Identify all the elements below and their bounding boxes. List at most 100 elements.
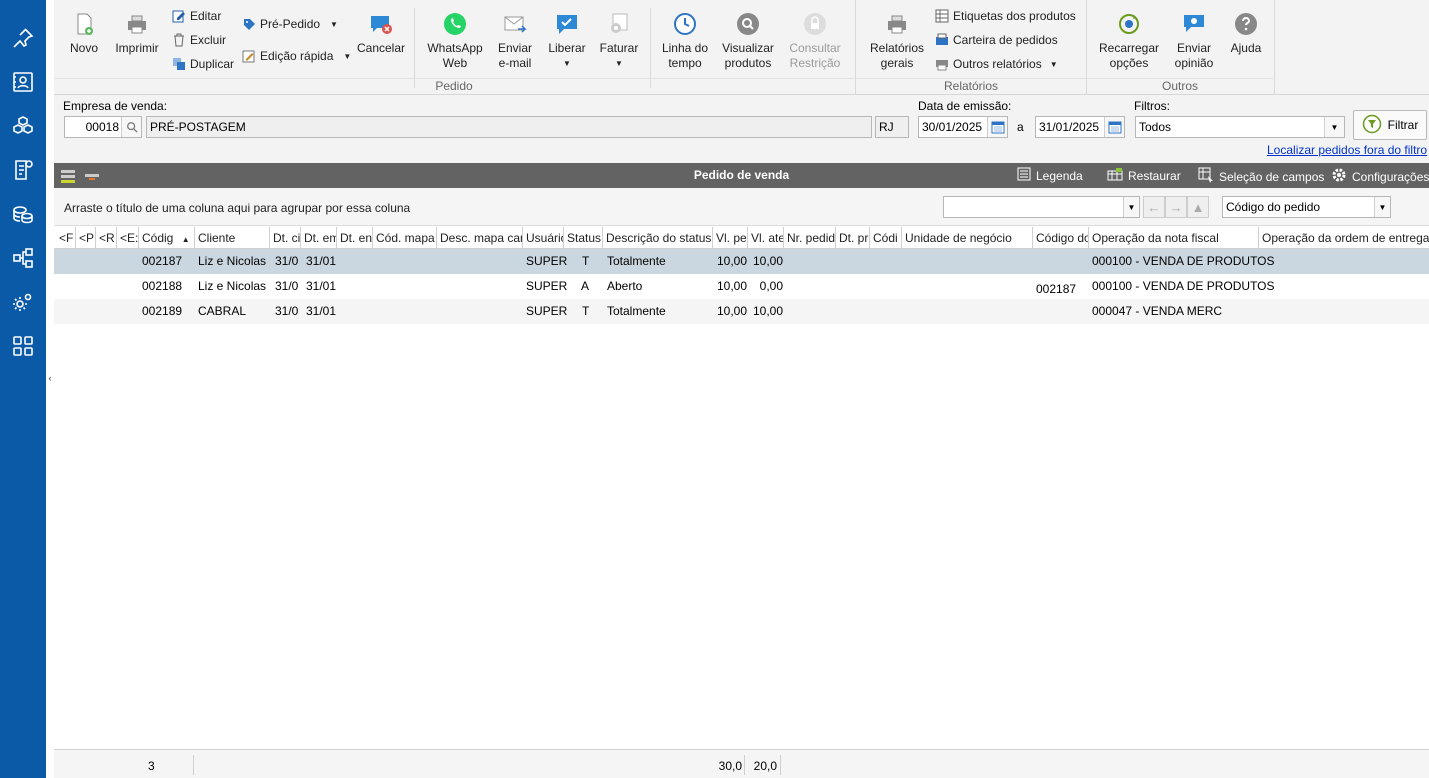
selecao-campos-button[interactable]: Seleção de campos xyxy=(1198,167,1324,186)
grid-search-input[interactable]: ▼ xyxy=(943,196,1140,218)
data-inicio-input[interactable]: 30/01/2025 xyxy=(918,116,1008,138)
col-header[interactable]: <P xyxy=(76,227,96,249)
relatorios-gerais-button[interactable]: Relatórios gerais xyxy=(866,12,928,71)
apps-icon[interactable] xyxy=(7,333,39,359)
email-icon xyxy=(503,12,527,36)
boxes-icon[interactable] xyxy=(7,113,39,139)
col-header[interactable]: <E: xyxy=(117,227,139,249)
data-fim-input[interactable]: 31/01/2025 xyxy=(1035,116,1125,138)
col-header-codigo[interactable]: Códig ▲ xyxy=(139,227,195,249)
relatorios-gerais-label-line1: Relatórios xyxy=(869,41,925,55)
col-header[interactable]: Operação da nota fiscal xyxy=(1089,227,1259,249)
faturar-button[interactable]: Faturar ▼ xyxy=(596,12,642,71)
filtros-select[interactable]: Todos ▼ xyxy=(1135,116,1345,138)
legenda-button[interactable]: Legenda xyxy=(1017,167,1083,184)
enviar-email-button[interactable]: Enviar e-mail xyxy=(490,12,540,71)
ajuda-label: Ajuda xyxy=(1230,41,1262,55)
table-row[interactable]: 002187 Liz e Nicolas 31/0 31/01 SUPER T … xyxy=(54,249,1429,274)
col-header[interactable]: Operação da ordem de entrega xyxy=(1259,227,1429,249)
workflow-icon[interactable] xyxy=(7,245,39,271)
col-header[interactable]: Vl. pe xyxy=(713,227,748,249)
previous-arrow-icon[interactable]: ← xyxy=(1143,196,1165,218)
collapse-rows-icon[interactable] xyxy=(84,168,100,187)
settings-icon[interactable] xyxy=(7,289,39,315)
coins-icon[interactable] xyxy=(7,201,39,227)
liberar-button[interactable]: Liberar ▼ xyxy=(544,12,590,71)
col-header[interactable]: Código do xyxy=(1033,227,1089,249)
chevron-down-icon[interactable]: ▼ xyxy=(1324,117,1344,137)
sort-select[interactable]: Código do pedido ▼ xyxy=(1222,196,1391,218)
whatsapp-label-line2: Web xyxy=(442,56,468,70)
linha-tempo-label-line2: tempo xyxy=(668,56,702,70)
edicao-rapida-button[interactable]: Edição rápida ▼ xyxy=(242,47,351,65)
localizar-pedidos-link[interactable]: Localizar pedidos fora do filtro xyxy=(1267,143,1427,157)
enviar-opiniao-button[interactable]: Enviar opinião xyxy=(1166,12,1222,71)
cell-descricao: Totalmente xyxy=(607,254,666,268)
pin-icon[interactable] xyxy=(7,25,39,51)
ribbon-separator xyxy=(650,8,651,88)
col-header[interactable]: Status xyxy=(564,227,603,249)
expand-rows-icon[interactable] xyxy=(60,168,76,187)
visualizar-produtos-button[interactable]: Visualizar produtos xyxy=(718,12,778,71)
empresa-code-input[interactable]: 00018 xyxy=(64,116,142,138)
contacts-icon[interactable] xyxy=(7,69,39,95)
recarregar-opcoes-button[interactable]: Recarregar opções xyxy=(1096,12,1162,71)
linha-do-tempo-button[interactable]: Linha do tempo xyxy=(656,12,714,71)
table-row[interactable]: 002188 Liz e Nicolas 31/0 31/01 SUPER A … xyxy=(54,274,1429,299)
imprimir-button[interactable]: Imprimir xyxy=(112,12,162,56)
col-header[interactable]: Dt. ci xyxy=(270,227,301,249)
outros-relatorios-button[interactable]: Outros relatórios ▼ xyxy=(935,55,1058,73)
etiquetas-button[interactable]: Etiquetas dos produtos xyxy=(935,7,1076,25)
grid-toolbar: Pedido de venda Legenda Restaurar Seleçã… xyxy=(54,163,1429,188)
whatsapp-icon xyxy=(443,12,467,36)
col-header[interactable]: Vl. ate xyxy=(748,227,784,249)
col-header[interactable]: Cód. mapa xyxy=(373,227,437,249)
next-arrow-icon[interactable]: → xyxy=(1165,196,1187,218)
cancelar-button[interactable]: Cancelar xyxy=(354,12,408,56)
cell-cliente: Liz e Nicolas xyxy=(198,254,267,268)
like-icon[interactable]: ▲ xyxy=(1187,196,1209,218)
col-header[interactable]: Dt. en xyxy=(337,227,373,249)
filtrar-button[interactable]: Filtrar xyxy=(1353,110,1427,140)
col-header[interactable]: Desc. mapa car xyxy=(437,227,523,249)
whatsapp-web-button[interactable]: WhatsApp Web xyxy=(424,12,486,71)
editar-button[interactable]: Editar xyxy=(172,7,221,25)
calendar-icon[interactable] xyxy=(987,117,1007,137)
tag-icon xyxy=(242,17,256,31)
invoice-icon[interactable] xyxy=(7,157,39,183)
carteira-button[interactable]: Carteira de pedidos xyxy=(935,31,1058,49)
col-header[interactable]: Cliente xyxy=(195,227,270,249)
consultar-restricao-button[interactable]: Consultar Restrição xyxy=(782,12,848,71)
col-header[interactable]: Unidade de negócio xyxy=(902,227,1033,249)
search-icon[interactable] xyxy=(121,117,141,137)
col-header[interactable]: Códi xyxy=(870,227,902,249)
cell-vl-pedido: 10,00 xyxy=(716,254,747,268)
col-header[interactable]: Dt. em xyxy=(301,227,337,249)
legenda-label: Legenda xyxy=(1036,168,1083,183)
col-header[interactable]: Dt. pr xyxy=(836,227,870,249)
main: Novo Imprimir Editar Excluir Duplicar Pr… xyxy=(54,0,1429,778)
chevron-down-icon[interactable]: ▼ xyxy=(1374,197,1390,217)
col-header[interactable]: <R xyxy=(96,227,117,249)
excluir-button[interactable]: Excluir xyxy=(172,31,226,49)
calendar-icon[interactable] xyxy=(1104,117,1124,137)
col-header[interactable]: Descrição do status xyxy=(603,227,713,249)
sidebar-collapse-grip[interactable]: ‹ xyxy=(46,358,54,398)
ribbon-separator xyxy=(1274,0,1275,95)
col-header[interactable]: Usuário xyxy=(523,227,564,249)
enviar-email-label-line1: Enviar xyxy=(497,41,532,55)
restaurar-button[interactable]: Restaurar xyxy=(1107,167,1181,184)
pre-pedido-button[interactable]: Pré-Pedido ▼ xyxy=(242,15,338,33)
cell-vl-atendido: 10,00 xyxy=(752,304,783,318)
table-row[interactable]: 002189 CABRAL 31/0 31/01 SUPER T Totalme… xyxy=(54,299,1429,324)
cell-status: T xyxy=(582,304,590,318)
ajuda-button[interactable]: Ajuda xyxy=(1226,12,1266,56)
group-by-area[interactable]: Arraste o título de uma coluna aqui para… xyxy=(54,188,1429,226)
novo-button[interactable]: Novo xyxy=(64,12,104,56)
col-header[interactable]: <F xyxy=(56,227,76,249)
col-header[interactable]: Nr. pedid xyxy=(784,227,836,249)
duplicar-button[interactable]: Duplicar xyxy=(172,55,234,73)
footer-count: 3 xyxy=(148,759,155,773)
configuracoes-button[interactable]: Configurações xyxy=(1331,167,1429,186)
chevron-down-icon[interactable]: ▼ xyxy=(1123,197,1139,217)
